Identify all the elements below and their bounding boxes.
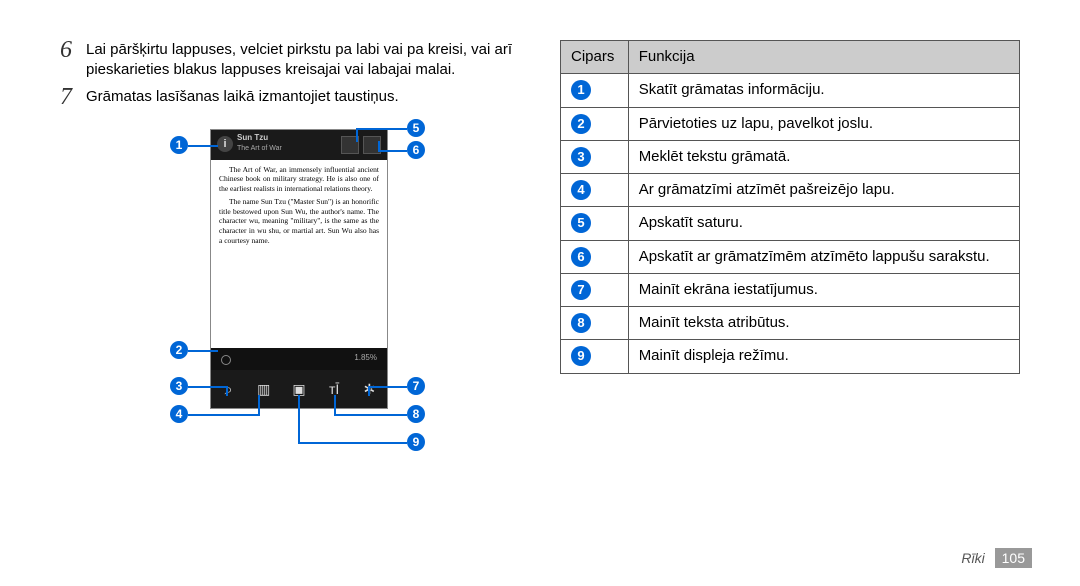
table-row: 2 Pārvietoties uz lapu, pavelkot joslu. (561, 107, 1020, 140)
callout-1: 1 (170, 136, 188, 154)
row-num: 7 (571, 280, 591, 300)
lead-5v (356, 128, 358, 142)
callout-3: 3 (170, 377, 188, 395)
row-func: Skatīt grāmatas informāciju. (628, 74, 1019, 107)
lead-2 (188, 350, 218, 352)
row-func: Mainīt ekrāna iestatījumus. (628, 273, 1019, 306)
left-column: 6 Lai pāršķirtu lappuses, velciet pirkst… (60, 40, 520, 490)
diagram: i Sun Tzu The Art of War The Art of War,… (100, 119, 480, 459)
row-num: 2 (571, 114, 591, 134)
right-column: Cipars Funkcija 1 Skatīt grāmatas informā… (560, 40, 1020, 490)
table-header-row: Cipars Funkcija (561, 41, 1020, 74)
callout-7: 7 (407, 377, 425, 395)
table-row: 8 Mainīt teksta atribūtus. (561, 307, 1020, 340)
progress-bar: 1.85% (211, 348, 387, 370)
section-label: Rīki (961, 550, 984, 566)
table-row: 6 Apskatīt ar grāmatzīmēm atzīmēto lappuš… (561, 240, 1020, 273)
row-num: 9 (571, 346, 591, 366)
lead-4v (258, 395, 260, 416)
callout-9: 9 (407, 433, 425, 451)
callout-8: 8 (407, 405, 425, 423)
phone-header: i Sun Tzu The Art of War (211, 130, 387, 160)
row-func: Mainīt teksta atribūtus. (628, 307, 1019, 340)
page-number: 105 (995, 548, 1032, 568)
step-7-text: Grāmatas lasīšanas laikā izmantojiet tau… (86, 87, 520, 107)
lead-9v (298, 395, 300, 444)
sample-para-2: The name Sun Tzu ("Master Sun") is an ho… (219, 197, 379, 246)
row-num: 6 (571, 247, 591, 267)
lead-1 (188, 145, 218, 147)
lead-7v (368, 386, 370, 396)
table-row: 5 Apskatīt saturu. (561, 207, 1020, 240)
header-funkcija: Funkcija (628, 41, 1019, 74)
step-6-text: Lai pāršķirtu lappuses, velciet pirkstu … (86, 40, 520, 81)
row-func: Apskatīt ar grāmatzīmēm atzīmēto lappušu… (628, 240, 1019, 273)
lead-6v (378, 141, 380, 152)
table-row: 9 Mainīt displeja režīmu. (561, 340, 1020, 373)
row-num: 5 (571, 213, 591, 233)
step-7-number: 7 (60, 85, 86, 109)
progress-thumb-icon (221, 355, 231, 365)
callout-5: 5 (407, 119, 425, 137)
row-num: 1 (571, 80, 591, 100)
row-num: 3 (571, 147, 591, 167)
table-row: 3 Meklēt tekstu grāmatā. (561, 140, 1020, 173)
step-6: 6 Lai pāršķirtu lappuses, velciet pirkst… (60, 40, 520, 81)
info-icon: i (217, 136, 233, 152)
callout-6: 6 (407, 141, 425, 159)
functions-table: Cipars Funkcija 1 Skatīt grāmatas informā… (560, 40, 1020, 374)
lead-4h (188, 414, 258, 416)
phone-mock: i Sun Tzu The Art of War The Art of War,… (210, 129, 388, 409)
lead-8v (334, 395, 336, 416)
lead-8h (334, 414, 407, 416)
lead-9h (298, 442, 407, 444)
step-6-number: 6 (60, 38, 86, 62)
lead-3v (226, 386, 228, 396)
header-cipars: Cipars (561, 41, 629, 74)
row-num: 4 (571, 180, 591, 200)
progress-percent: 1.85% (354, 353, 377, 364)
row-func: Apskatīt saturu. (628, 207, 1019, 240)
callout-4: 4 (170, 405, 188, 423)
lead-7h (368, 386, 407, 388)
table-row: 7 Mainīt ekrāna iestatījumus. (561, 273, 1020, 306)
book-subtitle: The Art of War (237, 144, 282, 153)
sample-para-1: The Art of War, an immensely influential… (219, 165, 379, 194)
step-7: 7 Grāmatas lasīšanas laikā izmantojiet t… (60, 87, 520, 109)
search-icon: ⌕ (220, 380, 238, 398)
row-func: Mainīt displeja režīmu. (628, 340, 1019, 373)
table-row: 1 Skatīt grāmatas informāciju. (561, 74, 1020, 107)
row-func: Meklēt tekstu grāmatā. (628, 140, 1019, 173)
row-num: 8 (571, 313, 591, 333)
page-footer: Rīki 105 (961, 550, 1032, 566)
reader-body: The Art of War, an immensely influential… (211, 160, 387, 348)
lead-3h (188, 386, 226, 388)
table-row: 4 Ar grāmatzīmi atzīmēt pašreizējo lapu. (561, 174, 1020, 207)
row-func: Ar grāmatzīmi atzīmēt pašreizējo lapu. (628, 174, 1019, 207)
lead-5h (356, 128, 407, 130)
callout-2: 2 (170, 341, 188, 359)
row-func: Pārvietoties uz lapu, pavelkot joslu. (628, 107, 1019, 140)
lead-6h (378, 150, 407, 152)
book-title: Sun Tzu (237, 133, 268, 144)
